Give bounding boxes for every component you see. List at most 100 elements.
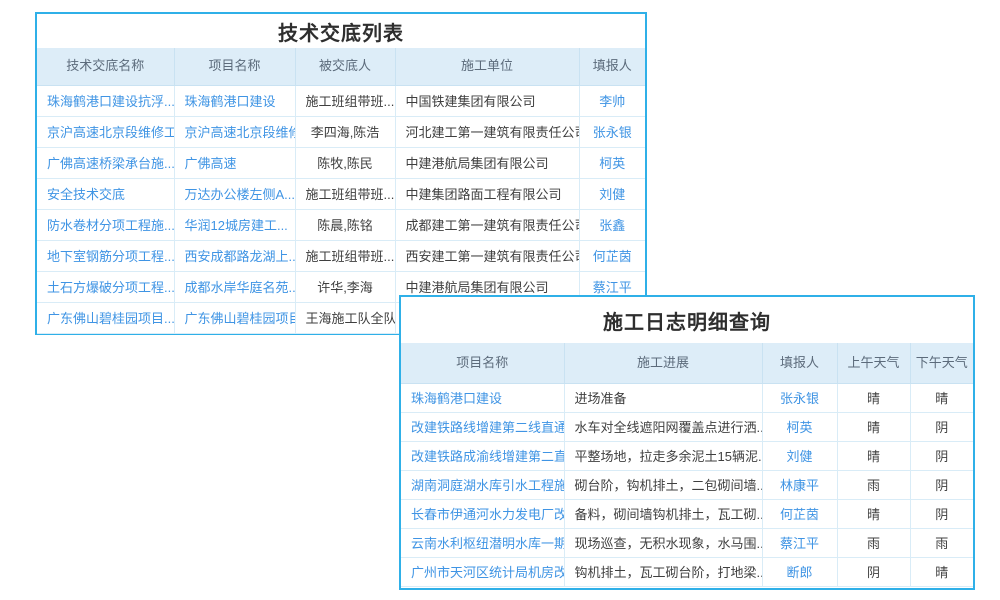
table-row: 云南水利枢纽潜明水库一期工程 现场巡查，无积水现象，水马围... 蔡江平 雨 雨 (401, 528, 973, 557)
construction-log-title: 施工日志明细查询 (401, 297, 973, 343)
cell-afternoon-weather: 阴 (910, 441, 973, 470)
cell-reporter[interactable]: 柯英 (579, 147, 645, 178)
cell-construction-unit: 中建集团路面工程有限公司 (395, 178, 579, 209)
table-row: 防水卷材分项工程施... 华润12城房建工... 陈晨,陈铭 成都建工第一建筑有… (37, 209, 645, 240)
table-row: 地下室钢筋分项工程... 西安成都路龙湖上... 施工班组带班... 西安建工第… (37, 240, 645, 271)
cell-disclosure-name[interactable]: 土石方爆破分项工程... (37, 271, 174, 302)
header-row: 技术交底名称 项目名称 被交底人 施工单位 填报人 (37, 48, 645, 85)
cell-progress: 砌台阶，钩机排土，二包砌间墙... (564, 470, 762, 499)
cell-disclosed-person: 施工班组带班... (295, 240, 395, 271)
cell-reporter[interactable]: 刘健 (579, 178, 645, 209)
cell-reporter[interactable]: 林康平 (762, 470, 837, 499)
cell-disclosed-person: 陈晨,陈铭 (295, 209, 395, 240)
cell-project-name[interactable]: 广佛高速 (174, 147, 295, 178)
column-header-afternoon-weather: 下午天气 (910, 343, 973, 383)
cell-afternoon-weather: 阴 (910, 470, 973, 499)
construction-log-table: 项目名称 施工进展 填报人 上午天气 下午天气 珠海鹤港口建设 进场准备 张永银… (401, 343, 973, 587)
table-row: 改建铁路成渝线增建第二直通线 平整场地，拉走多余泥土15辆泥... 刘健 晴 阴 (401, 441, 973, 470)
page: { "colors": { "panel_border": "#2fb0e8",… (0, 0, 1000, 600)
cell-afternoon-weather: 阴 (910, 412, 973, 441)
cell-project-name[interactable]: 长春市伊通河水力发电厂改建工程 (401, 499, 564, 528)
tech-disclosure-table: 技术交底名称 项目名称 被交底人 施工单位 填报人 珠海鹤港口建设抗浮... 珠… (37, 48, 645, 334)
column-header-project-name: 项目名称 (401, 343, 564, 383)
cell-reporter[interactable]: 李帅 (579, 85, 645, 116)
table-row: 湖南洞庭湖水库引水工程施工标段 砌台阶，钩机排土，二包砌间墙... 林康平 雨 … (401, 470, 973, 499)
column-header-morning-weather: 上午天气 (837, 343, 910, 383)
cell-construction-unit: 西安建工第一建筑有限责任公司 (395, 240, 579, 271)
column-header-project-name: 项目名称 (174, 48, 295, 85)
cell-reporter[interactable]: 刘健 (762, 441, 837, 470)
cell-afternoon-weather: 雨 (910, 528, 973, 557)
cell-reporter[interactable]: 柯英 (762, 412, 837, 441)
cell-progress: 现场巡查，无积水现象，水马围... (564, 528, 762, 557)
cell-project-name[interactable]: 广东佛山碧桂园项目 (174, 302, 295, 333)
cell-project-name[interactable]: 珠海鹤港口建设 (401, 383, 564, 412)
table-row: 广佛高速桥梁承台施... 广佛高速 陈牧,陈民 中建港航局集团有限公司 柯英 (37, 147, 645, 178)
cell-progress: 钩机排土，瓦工砌台阶，打地梁... (564, 557, 762, 586)
table-row: 改建铁路线增建第二线直通线 水车对全线遮阳网覆盖点进行洒... 柯英 晴 阴 (401, 412, 973, 441)
cell-reporter[interactable]: 蔡江平 (762, 528, 837, 557)
cell-construction-unit: 成都建工第一建筑有限责任公司 (395, 209, 579, 240)
cell-disclosed-person: 李四海,陈浩 (295, 116, 395, 147)
cell-disclosed-person: 许华,李海 (295, 271, 395, 302)
cell-disclosed-person: 陈牧,陈民 (295, 147, 395, 178)
cell-disclosure-name[interactable]: 广佛高速桥梁承台施... (37, 147, 174, 178)
cell-morning-weather: 晴 (837, 499, 910, 528)
cell-reporter[interactable]: 张永银 (579, 116, 645, 147)
cell-progress: 水车对全线遮阳网覆盖点进行洒... (564, 412, 762, 441)
table-row: 京沪高速北京段维修工程 京沪高速北京段维修 李四海,陈浩 河北建工第一建筑有限责… (37, 116, 645, 147)
cell-progress: 进场准备 (564, 383, 762, 412)
cell-disclosure-name[interactable]: 安全技术交底 (37, 178, 174, 209)
cell-disclosed-person: 王海施工队全队 (295, 302, 395, 333)
cell-project-name[interactable]: 广州市天河区统计局机房改造项目 (401, 557, 564, 586)
tech-disclosure-panel: 技术交底列表 技术交底名称 项目名称 被交底人 施工单位 填报人 珠海鹤港口建设… (35, 12, 647, 335)
cell-disclosure-name[interactable]: 京沪高速北京段维修工程 (37, 116, 174, 147)
cell-reporter[interactable]: 断郎 (762, 557, 837, 586)
cell-disclosed-person: 施工班组带班... (295, 178, 395, 209)
cell-afternoon-weather: 晴 (910, 383, 973, 412)
cell-afternoon-weather: 晴 (910, 557, 973, 586)
cell-reporter[interactable]: 张鑫 (579, 209, 645, 240)
cell-reporter[interactable]: 张永银 (762, 383, 837, 412)
tech-disclosure-title: 技术交底列表 (37, 14, 645, 48)
cell-construction-unit: 河北建工第一建筑有限责任公司 (395, 116, 579, 147)
cell-project-name[interactable]: 西安成都路龙湖上... (174, 240, 295, 271)
cell-afternoon-weather: 阴 (910, 499, 973, 528)
cell-project-name[interactable]: 湖南洞庭湖水库引水工程施工标段 (401, 470, 564, 499)
cell-disclosure-name[interactable]: 地下室钢筋分项工程... (37, 240, 174, 271)
construction-log-panel: 施工日志明细查询 项目名称 施工进展 填报人 上午天气 下午天气 珠海鹤港口建设… (399, 295, 975, 590)
column-header-reporter: 填报人 (762, 343, 837, 383)
column-header-disclosed-person: 被交底人 (295, 48, 395, 85)
header-row: 项目名称 施工进展 填报人 上午天气 下午天气 (401, 343, 973, 383)
column-header-progress: 施工进展 (564, 343, 762, 383)
cell-project-name[interactable]: 京沪高速北京段维修 (174, 116, 295, 147)
cell-project-name[interactable]: 改建铁路线增建第二线直通线 (401, 412, 564, 441)
table-row: 珠海鹤港口建设抗浮... 珠海鹤港口建设 施工班组带班... 中国铁建集团有限公… (37, 85, 645, 116)
cell-project-name[interactable]: 华润12城房建工... (174, 209, 295, 240)
cell-morning-weather: 晴 (837, 412, 910, 441)
cell-construction-unit: 中国铁建集团有限公司 (395, 85, 579, 116)
cell-disclosed-person: 施工班组带班... (295, 85, 395, 116)
cell-project-name[interactable]: 改建铁路成渝线增建第二直通线 (401, 441, 564, 470)
cell-project-name[interactable]: 珠海鹤港口建设 (174, 85, 295, 116)
cell-disclosure-name[interactable]: 珠海鹤港口建设抗浮... (37, 85, 174, 116)
cell-reporter[interactable]: 何芷茵 (762, 499, 837, 528)
cell-morning-weather: 晴 (837, 441, 910, 470)
cell-morning-weather: 雨 (837, 528, 910, 557)
column-header-reporter: 填报人 (579, 48, 645, 85)
cell-construction-unit: 中建港航局集团有限公司 (395, 147, 579, 178)
cell-project-name[interactable]: 万达办公楼左侧A... (174, 178, 295, 209)
cell-reporter[interactable]: 何芷茵 (579, 240, 645, 271)
column-header-construction-unit: 施工单位 (395, 48, 579, 85)
cell-progress: 备料，砌间墙钩机排土，瓦工砌... (564, 499, 762, 528)
cell-morning-weather: 晴 (837, 383, 910, 412)
table-row: 安全技术交底 万达办公楼左侧A... 施工班组带班... 中建集团路面工程有限公… (37, 178, 645, 209)
cell-progress: 平整场地，拉走多余泥土15辆泥... (564, 441, 762, 470)
column-header-disclosure-name: 技术交底名称 (37, 48, 174, 85)
cell-project-name[interactable]: 成都水岸华庭名苑... (174, 271, 295, 302)
table-row: 长春市伊通河水力发电厂改建工程 备料，砌间墙钩机排土，瓦工砌... 何芷茵 晴 … (401, 499, 973, 528)
cell-disclosure-name[interactable]: 广东佛山碧桂园项目... (37, 302, 174, 333)
cell-project-name[interactable]: 云南水利枢纽潜明水库一期工程 (401, 528, 564, 557)
cell-disclosure-name[interactable]: 防水卷材分项工程施... (37, 209, 174, 240)
table-row: 广州市天河区统计局机房改造项目 钩机排土，瓦工砌台阶，打地梁... 断郎 阴 晴 (401, 557, 973, 586)
